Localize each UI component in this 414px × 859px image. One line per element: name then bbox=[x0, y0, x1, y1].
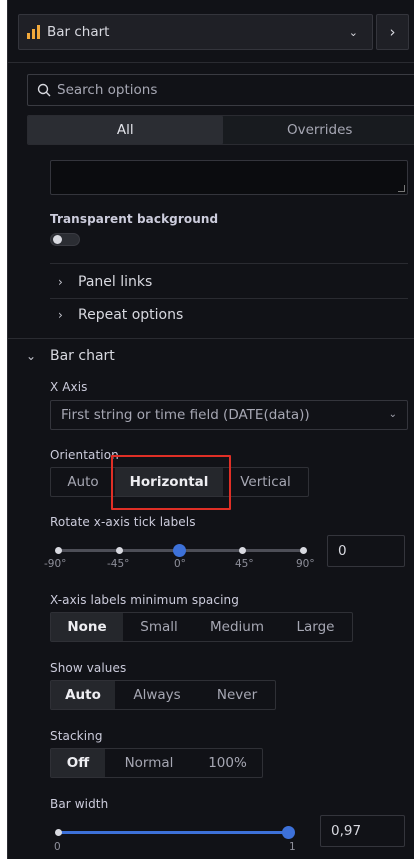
divider bbox=[50, 298, 408, 299]
slider-mark bbox=[239, 547, 246, 554]
spacing-radio-group: None Small Medium Large bbox=[50, 612, 353, 642]
chevron-right-icon[interactable]: › bbox=[376, 14, 409, 50]
description-textarea[interactable] bbox=[50, 160, 408, 195]
spacing-small[interactable]: Small bbox=[123, 613, 195, 641]
search-placeholder: Search options bbox=[57, 82, 158, 98]
spacing-none[interactable]: None bbox=[51, 613, 123, 641]
bar-width-label: Bar width bbox=[50, 797, 109, 811]
divider bbox=[8, 338, 414, 339]
slider-mark bbox=[55, 829, 62, 836]
rotate-slider[interactable]: -90° -45° 0° 45° 90° bbox=[44, 540, 315, 580]
spacing-label: X-axis labels minimum spacing bbox=[50, 593, 239, 607]
orientation-label: Orientation bbox=[50, 448, 119, 462]
options-pane: Bar chart ⌄ › Search options All Overrid… bbox=[7, 0, 414, 859]
tick-label: 1 bbox=[289, 841, 296, 853]
panel-links-row[interactable]: › Panel links bbox=[58, 272, 152, 292]
stacking-label: Stacking bbox=[50, 729, 103, 743]
show-values-never[interactable]: Never bbox=[199, 681, 275, 709]
panel-links-label: Panel links bbox=[78, 274, 153, 290]
stacking-off[interactable]: Off bbox=[51, 749, 105, 777]
chevron-down-icon: ⌄ bbox=[26, 349, 37, 363]
slider-mark bbox=[55, 547, 62, 554]
stacking-normal[interactable]: Normal bbox=[105, 749, 193, 777]
slider-track-filled bbox=[56, 831, 289, 834]
search-options-input[interactable]: Search options bbox=[27, 74, 414, 106]
slider-mark bbox=[116, 547, 123, 554]
show-values-auto[interactable]: Auto bbox=[51, 681, 115, 709]
orientation-auto[interactable]: Auto bbox=[51, 468, 115, 496]
tick-label: -45° bbox=[107, 558, 130, 570]
visualization-picker[interactable]: Bar chart ⌄ bbox=[18, 14, 373, 50]
chevron-right-icon: › bbox=[58, 275, 63, 289]
bar-chart-section-header[interactable]: ⌄ Bar chart bbox=[26, 346, 115, 366]
slider-mark bbox=[300, 547, 307, 554]
show-values-label: Show values bbox=[50, 661, 127, 675]
show-values-radio-group: Auto Always Never bbox=[50, 680, 276, 710]
spacing-medium[interactable]: Medium bbox=[195, 613, 279, 641]
show-values-always[interactable]: Always bbox=[115, 681, 199, 709]
rotate-value-input[interactable]: 0 bbox=[327, 535, 405, 567]
orientation-vertical[interactable]: Vertical bbox=[223, 468, 308, 496]
tick-label: 0° bbox=[174, 558, 186, 570]
repeat-options-label: Repeat options bbox=[78, 307, 184, 323]
options-tabs: All Overrides bbox=[27, 115, 414, 145]
tick-label: -90° bbox=[44, 558, 67, 570]
stacking-radio-group: Off Normal 100% bbox=[50, 748, 263, 778]
x-axis-select[interactable]: First string or time field (DATE(data)) … bbox=[50, 400, 408, 430]
bar-chart-section-title: Bar chart bbox=[50, 348, 115, 364]
tick-label: 45° bbox=[235, 558, 254, 570]
bar-width-slider[interactable]: 0 1 bbox=[54, 823, 306, 857]
tab-overrides[interactable]: Overrides bbox=[223, 116, 414, 144]
transparent-background-toggle[interactable] bbox=[50, 233, 80, 246]
search-icon bbox=[37, 83, 51, 97]
resize-grip[interactable] bbox=[398, 185, 405, 192]
tick-label: 90° bbox=[296, 558, 315, 570]
slider-thumb[interactable] bbox=[282, 826, 295, 839]
stacking-100[interactable]: 100% bbox=[193, 749, 262, 777]
chevron-down-icon: ⌄ bbox=[348, 26, 358, 39]
transparent-background-label: Transparent background bbox=[50, 212, 219, 226]
tab-all[interactable]: All bbox=[28, 116, 223, 144]
chevron-right-icon: › bbox=[58, 308, 63, 322]
bar-chart-icon bbox=[27, 25, 40, 39]
spacing-large[interactable]: Large bbox=[279, 613, 352, 641]
slider-thumb[interactable] bbox=[173, 544, 186, 557]
repeat-options-row[interactable]: › Repeat options bbox=[58, 305, 183, 325]
rotate-labels-label: Rotate x-axis tick labels bbox=[50, 515, 196, 529]
bar-width-value-input[interactable]: 0,97 bbox=[320, 815, 405, 847]
tick-label: 0 bbox=[54, 841, 61, 853]
x-axis-label: X Axis bbox=[50, 380, 88, 394]
divider bbox=[8, 62, 414, 63]
x-axis-value: First string or time field (DATE(data)) bbox=[61, 407, 310, 423]
visualization-name: Bar chart bbox=[47, 24, 110, 40]
annotation-highlight-box bbox=[111, 455, 231, 510]
chevron-down-icon: ⌄ bbox=[388, 409, 397, 420]
divider bbox=[50, 263, 408, 264]
